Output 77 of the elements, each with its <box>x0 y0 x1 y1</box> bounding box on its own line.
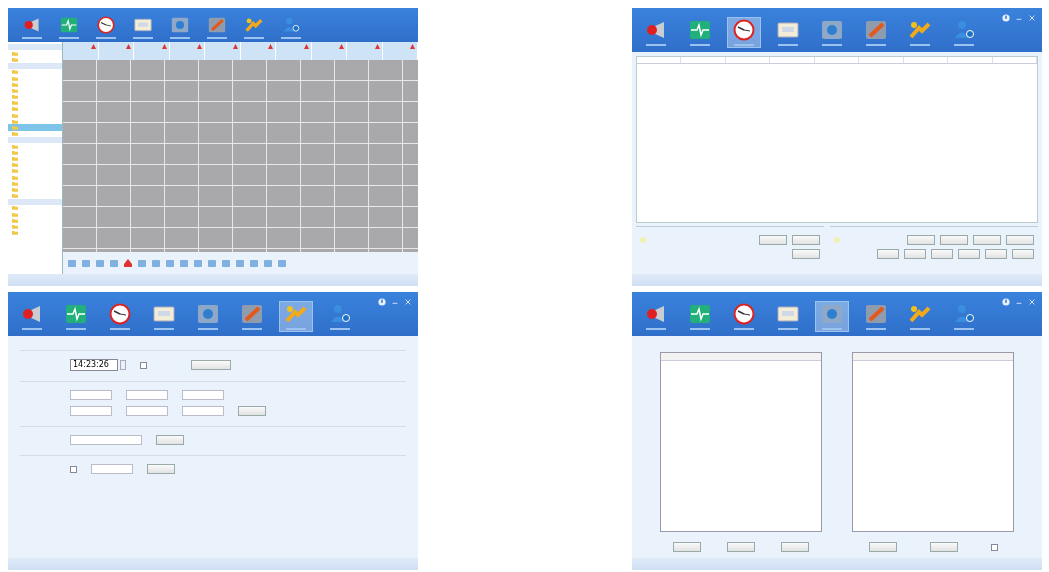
pencil-icon <box>240 302 264 325</box>
user-icon <box>952 302 976 325</box>
pencil-icon <box>207 15 227 34</box>
action-button[interactable] <box>985 249 1007 259</box>
toolbar-button[interactable] <box>728 17 760 47</box>
action-button[interactable] <box>792 249 820 259</box>
monitor-icon <box>196 302 220 325</box>
user-icon <box>328 302 352 325</box>
alarm-icon <box>232 44 238 49</box>
input-field[interactable] <box>70 435 142 445</box>
alarm-icon <box>410 44 415 49</box>
checkbox[interactable] <box>70 465 77 473</box>
tree-group-row[interactable] <box>8 198 62 205</box>
action-button[interactable] <box>868 542 897 552</box>
action-button[interactable] <box>792 235 820 245</box>
spin-button[interactable] <box>119 360 126 370</box>
clock-icon <box>96 15 116 34</box>
checkbox[interactable] <box>139 361 147 369</box>
action-button[interactable] <box>904 249 926 259</box>
input-field[interactable] <box>182 390 224 400</box>
user-icon <box>281 15 301 34</box>
monitor-icon <box>170 15 190 34</box>
input-field[interactable] <box>182 406 224 416</box>
action-button[interactable] <box>727 542 755 552</box>
alarm-icon <box>161 44 167 49</box>
action-button[interactable] <box>929 542 958 552</box>
action-button[interactable] <box>973 235 1001 245</box>
action-button[interactable] <box>940 235 968 245</box>
input-field[interactable] <box>70 406 112 416</box>
user-icon <box>952 18 976 41</box>
action-button[interactable] <box>1006 235 1034 245</box>
clock-icon <box>732 302 756 325</box>
close-icon[interactable] <box>1028 298 1036 306</box>
close-icon[interactable] <box>1028 14 1036 22</box>
action-button[interactable] <box>147 464 175 474</box>
action-button[interactable] <box>238 406 266 416</box>
action-button[interactable] <box>759 235 787 245</box>
alarm-icon <box>303 44 309 49</box>
pencil-icon <box>864 302 888 325</box>
status-light-icon <box>640 237 646 243</box>
action-button[interactable] <box>1012 249 1034 259</box>
home-icon[interactable] <box>123 258 133 268</box>
input-field[interactable] <box>126 406 168 416</box>
action-button[interactable] <box>156 435 184 445</box>
tree-group-row[interactable] <box>8 136 62 143</box>
action-button[interactable] <box>781 542 809 552</box>
tree-item[interactable] <box>8 124 62 131</box>
speaker-icon <box>22 15 42 34</box>
action-button[interactable] <box>673 542 701 552</box>
close-icon[interactable] <box>404 298 412 306</box>
action-button[interactable] <box>877 249 899 259</box>
input-field[interactable] <box>70 390 112 400</box>
monitor-icon <box>820 18 844 41</box>
alarm-icon <box>126 44 131 49</box>
action-button[interactable] <box>931 249 953 259</box>
pulse-icon <box>59 15 79 34</box>
tree-group-row[interactable] <box>8 62 62 69</box>
action-button[interactable] <box>907 235 935 245</box>
alarm-icon <box>197 44 202 49</box>
action-button[interactable] <box>190 360 231 370</box>
alarm-icon <box>268 44 273 49</box>
time-field[interactable]: 14:23:26 <box>70 359 118 371</box>
pencil-icon <box>864 18 888 41</box>
status-light-icon <box>834 237 840 243</box>
pulse-icon <box>64 302 88 325</box>
dropdown-field[interactable] <box>91 464 133 474</box>
alarm-icon <box>374 44 380 49</box>
pulse-icon <box>688 18 712 41</box>
clock-icon <box>108 302 132 325</box>
alarm-icon <box>339 44 344 49</box>
pulse-icon <box>688 302 712 325</box>
monitor-icon <box>820 302 844 325</box>
action-button[interactable] <box>958 249 980 259</box>
input-field[interactable] <box>126 390 168 400</box>
checkbox[interactable] <box>990 543 998 551</box>
alarm-icon <box>90 44 96 49</box>
clock-icon <box>732 18 756 41</box>
